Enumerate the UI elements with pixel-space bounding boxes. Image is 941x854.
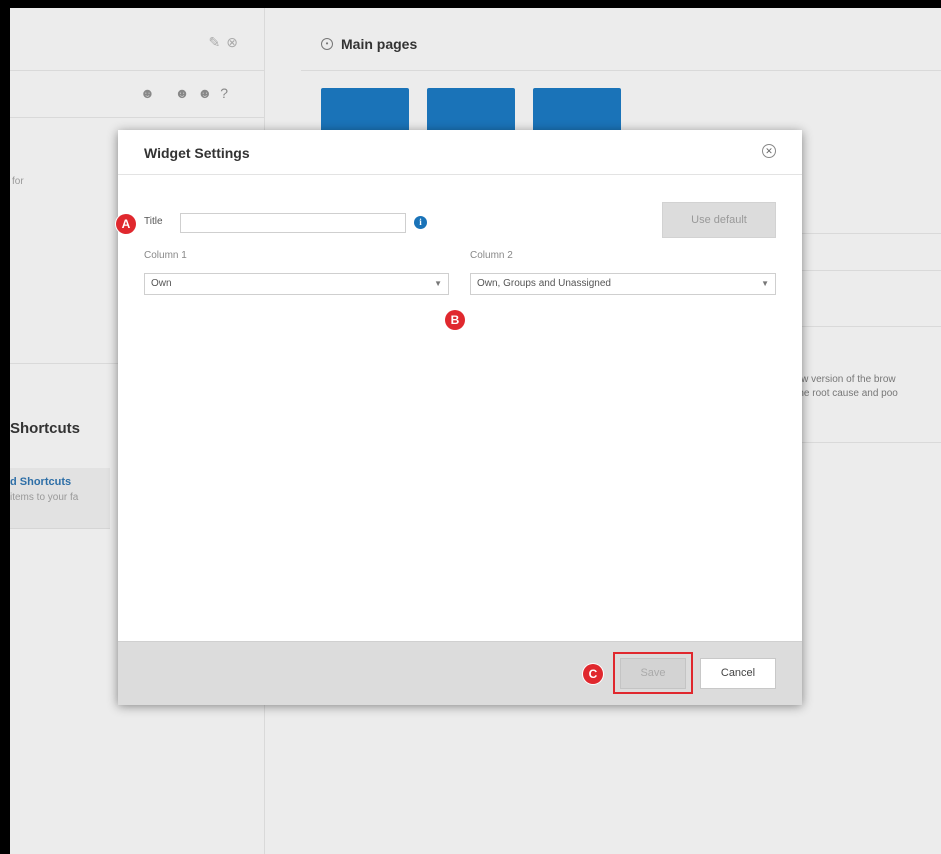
info-icon[interactable]: i xyxy=(414,216,427,229)
save-button[interactable]: Save xyxy=(620,658,686,689)
app-frame: ✎⊗ ☻ ☻☻? for Shortcuts d Shortcuts items… xyxy=(0,0,941,854)
dialog-header: Widget Settings ✕ xyxy=(118,130,802,175)
column1-value: Own xyxy=(151,278,172,289)
divider xyxy=(785,233,941,234)
widget-header-icons[interactable]: ✎⊗ xyxy=(209,34,244,51)
partial-text: for xyxy=(12,176,24,187)
main-page-tile[interactable] xyxy=(533,88,621,136)
column2-select[interactable]: Own, Groups and Unassigned ▼ xyxy=(470,273,776,295)
main-pages-header: • Main pages xyxy=(301,8,941,71)
column1-select[interactable]: Own ▼ xyxy=(144,273,449,295)
shortcut-card-description: items to your fa xyxy=(10,492,79,503)
main-pages-title: Main pages xyxy=(341,36,418,52)
chevron-down-icon: ▼ xyxy=(761,279,769,288)
main-page-tile[interactable] xyxy=(427,88,515,136)
left-panel-subheader: ☻ ☻☻? xyxy=(10,71,264,118)
column2-label: Column 2 xyxy=(470,250,513,261)
close-icon[interactable]: ✕ xyxy=(762,144,776,158)
annotation-marker-b: B xyxy=(445,310,465,330)
shortcut-card-title[interactable]: d Shortcuts xyxy=(10,476,71,488)
divider xyxy=(785,442,941,443)
user-group-icons[interactable]: ☻ ☻☻? xyxy=(140,85,236,101)
dialog-title: Widget Settings xyxy=(144,145,250,161)
dialog-footer: C Save Cancel xyxy=(118,641,802,705)
news-text: new version of the brow t the root cause… xyxy=(790,373,898,401)
column2-value: Own, Groups and Unassigned xyxy=(477,278,611,289)
left-panel-header: ✎⊗ xyxy=(10,8,264,71)
annotation-marker-a: A xyxy=(116,214,136,234)
widget-settings-dialog: Widget Settings ✕ A Title i Use default … xyxy=(116,130,802,705)
collapse-icon[interactable]: • xyxy=(321,38,333,50)
title-field-label: Title xyxy=(144,216,163,227)
column1-label: Column 1 xyxy=(144,250,187,261)
main-page-tile[interactable] xyxy=(321,88,409,136)
shortcuts-heading: Shortcuts xyxy=(10,420,81,437)
divider xyxy=(785,270,941,271)
chevron-down-icon: ▼ xyxy=(434,279,442,288)
cancel-button[interactable]: Cancel xyxy=(700,658,776,689)
annotation-marker-c: C xyxy=(583,664,603,684)
news-line: new version of the brow xyxy=(790,374,896,385)
news-line: t the root cause and poo xyxy=(790,388,898,399)
divider xyxy=(785,326,941,327)
use-default-button[interactable]: Use default xyxy=(662,202,776,238)
shortcut-card[interactable]: d Shortcuts items to your fa xyxy=(10,468,110,529)
title-input[interactable] xyxy=(180,213,406,233)
